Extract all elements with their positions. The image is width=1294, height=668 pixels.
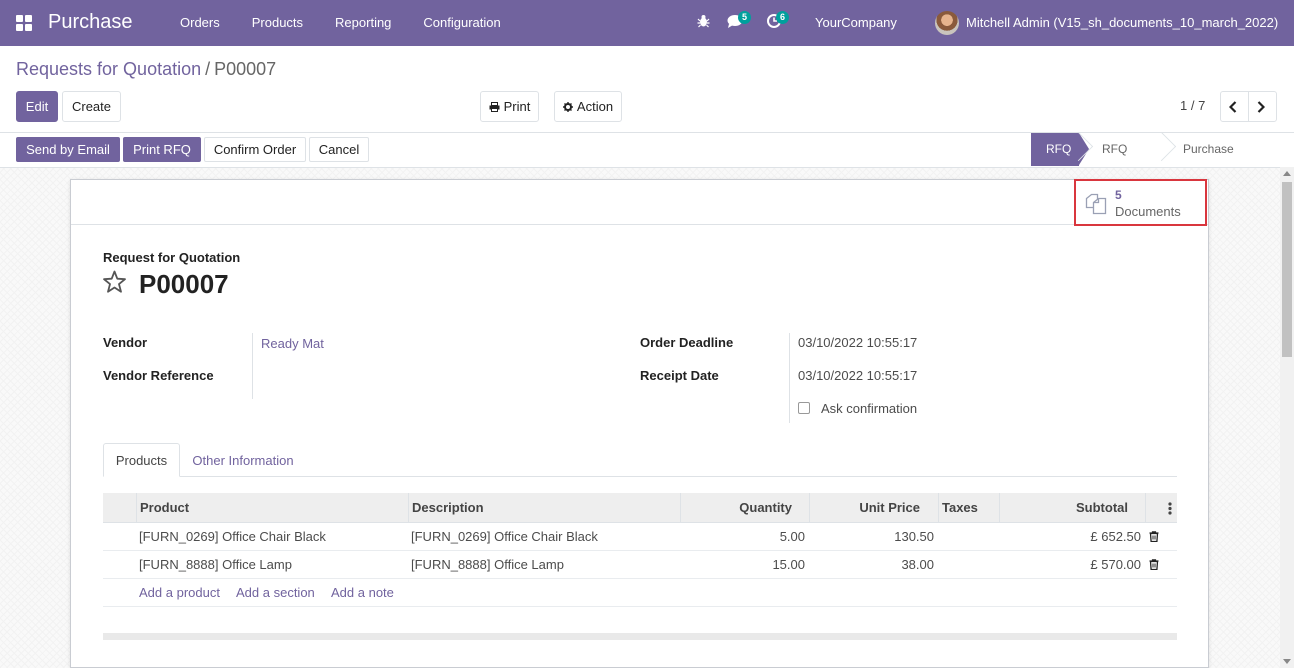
chevron-left-icon [1228,100,1236,113]
confirm-order-button[interactable]: Confirm Order [204,137,306,162]
table-row[interactable]: [FURN_0269] Office Chair Black [FURN_026… [103,523,1177,551]
pager-previous-button[interactable] [1220,91,1249,122]
receipt-date-label: Receipt Date [640,368,719,383]
company-switcher[interactable]: YourCompany [815,15,897,30]
row-product[interactable]: [FURN_8888] Office Lamp [139,551,292,578]
record-type-label: Request for Quotation [103,250,241,265]
delete-trash-icon[interactable] [1149,531,1159,542]
column-separator [136,493,137,523]
row-quantity[interactable]: 15.00 [681,551,805,578]
main-navbar: Purchase Orders Products Reporting Confi… [0,0,1294,46]
pager-next-button[interactable] [1248,91,1277,122]
right-group-divider [789,333,790,423]
row-description[interactable]: [FURN_0269] Office Chair Black [411,523,598,550]
form-sheet: 5 Documents Request for Quotation P00007… [70,179,1209,668]
menu-reporting[interactable]: Reporting [319,0,407,46]
documents-icon [1085,193,1107,215]
row-product[interactable]: [FURN_0269] Office Chair Black [139,523,326,550]
chevron-right-icon [1257,100,1265,113]
add-product-link[interactable]: Add a product [139,579,220,606]
table-row[interactable]: [FURN_8888] Office Lamp [FURN_8888] Offi… [103,551,1177,579]
send-by-email-button[interactable]: Send by Email [16,137,120,162]
column-separator [1145,493,1146,523]
receipt-date-field[interactable]: 03/10/2022 10:55:17 [798,368,917,383]
activities-clock-icon[interactable]: 6 [767,11,790,31]
header-unit-price[interactable]: Unit Price [810,493,920,523]
row-quantity[interactable]: 5.00 [681,523,805,550]
scroll-up-arrow-icon[interactable] [1283,171,1291,176]
apps-menu-icon[interactable] [16,15,32,31]
debug-bug-icon[interactable] [697,14,710,31]
user-avatar[interactable] [935,11,959,35]
print-rfq-button[interactable]: Print RFQ [123,137,201,162]
vendor-field[interactable]: Ready Mat [261,336,324,351]
breadcrumb-current: P00007 [214,59,277,79]
row-unit-price[interactable]: 38.00 [810,551,934,578]
tab-other-information[interactable]: Other Information [183,443,303,477]
status-stages: RFQ RFQ Sent Purchase Order [1031,133,1278,189]
record-name[interactable]: P00007 [139,269,229,300]
menu-configuration[interactable]: Configuration [407,0,516,46]
top-menu: Orders Products Reporting Configuration [164,0,517,46]
add-note-link[interactable]: Add a note [331,579,394,606]
create-button[interactable]: Create [62,91,121,122]
scroll-down-arrow-icon[interactable] [1283,659,1291,664]
stage-purchase-order[interactable]: Purchase Order [1162,133,1278,189]
button-box-divider [71,224,1208,225]
documents-count: 5 [1115,188,1122,202]
pager-value[interactable]: 1 / 7 [1180,98,1205,113]
add-section-link[interactable]: Add a section [236,579,315,606]
gear-icon [562,101,573,112]
edit-button[interactable]: Edit [16,91,58,122]
optional-columns-icon[interactable] [1168,502,1172,515]
row-description[interactable]: [FURN_8888] Office Lamp [411,551,564,578]
header-subtotal[interactable]: Subtotal [1000,493,1128,523]
order-deadline-field[interactable]: 03/10/2022 10:55:17 [798,335,917,350]
vendor-reference-label: Vendor Reference [103,368,214,383]
menu-products[interactable]: Products [236,0,319,46]
documents-smart-button[interactable]: 5 Documents [1074,179,1207,226]
cancel-button[interactable]: Cancel [309,137,369,162]
breadcrumb: Requests for Quotation / P00007 [16,59,276,80]
action-label: Action [576,99,614,114]
row-unit-price[interactable]: 130.50 [810,523,934,550]
header-quantity[interactable]: Quantity [681,493,792,523]
menu-orders[interactable]: Orders [164,0,236,46]
app-name[interactable]: Purchase [48,11,133,34]
print-icon [489,101,500,112]
messages-badge: 5 [738,11,752,24]
header-description[interactable]: Description [412,493,484,523]
user-menu[interactable]: Mitchell Admin (V15_sh_documents_10_marc… [966,15,1278,30]
column-separator [938,493,939,523]
vendor-label: Vendor [103,335,148,350]
header-product[interactable]: Product [140,493,189,523]
left-group-divider [252,333,253,399]
delete-trash-icon[interactable] [1149,559,1159,570]
order-lines-header: Product Description Quantity Unit Price … [103,493,1177,523]
print-label: Print [503,99,531,114]
activities-badge: 6 [776,11,790,24]
vertical-scrollbar[interactable] [1280,167,1294,668]
ask-confirmation-checkbox[interactable] [798,402,810,414]
row-subtotal: £ 570.00 [1090,557,1141,572]
documents-label: Documents [1115,204,1181,219]
ask-confirmation-label: Ask confirmation [821,401,918,416]
add-line-row: Add a product Add a section Add a note [103,579,1177,607]
header-taxes[interactable]: Taxes [942,493,978,523]
favorite-star-icon[interactable] [102,270,127,294]
breadcrumb-parent[interactable]: Requests for Quotation [16,59,201,79]
breadcrumb-separator: / [205,59,211,79]
tab-products[interactable]: Products [103,443,180,477]
print-button[interactable]: Print [480,91,539,122]
messages-icon[interactable]: 5 [727,11,752,31]
table-footer-bar [103,633,1177,640]
order-deadline-label: Order Deadline [640,335,734,350]
column-separator [408,493,409,523]
scroll-thumb[interactable] [1282,182,1292,357]
action-button[interactable]: Action [554,91,622,122]
row-subtotal: £ 652.50 [1090,529,1141,544]
